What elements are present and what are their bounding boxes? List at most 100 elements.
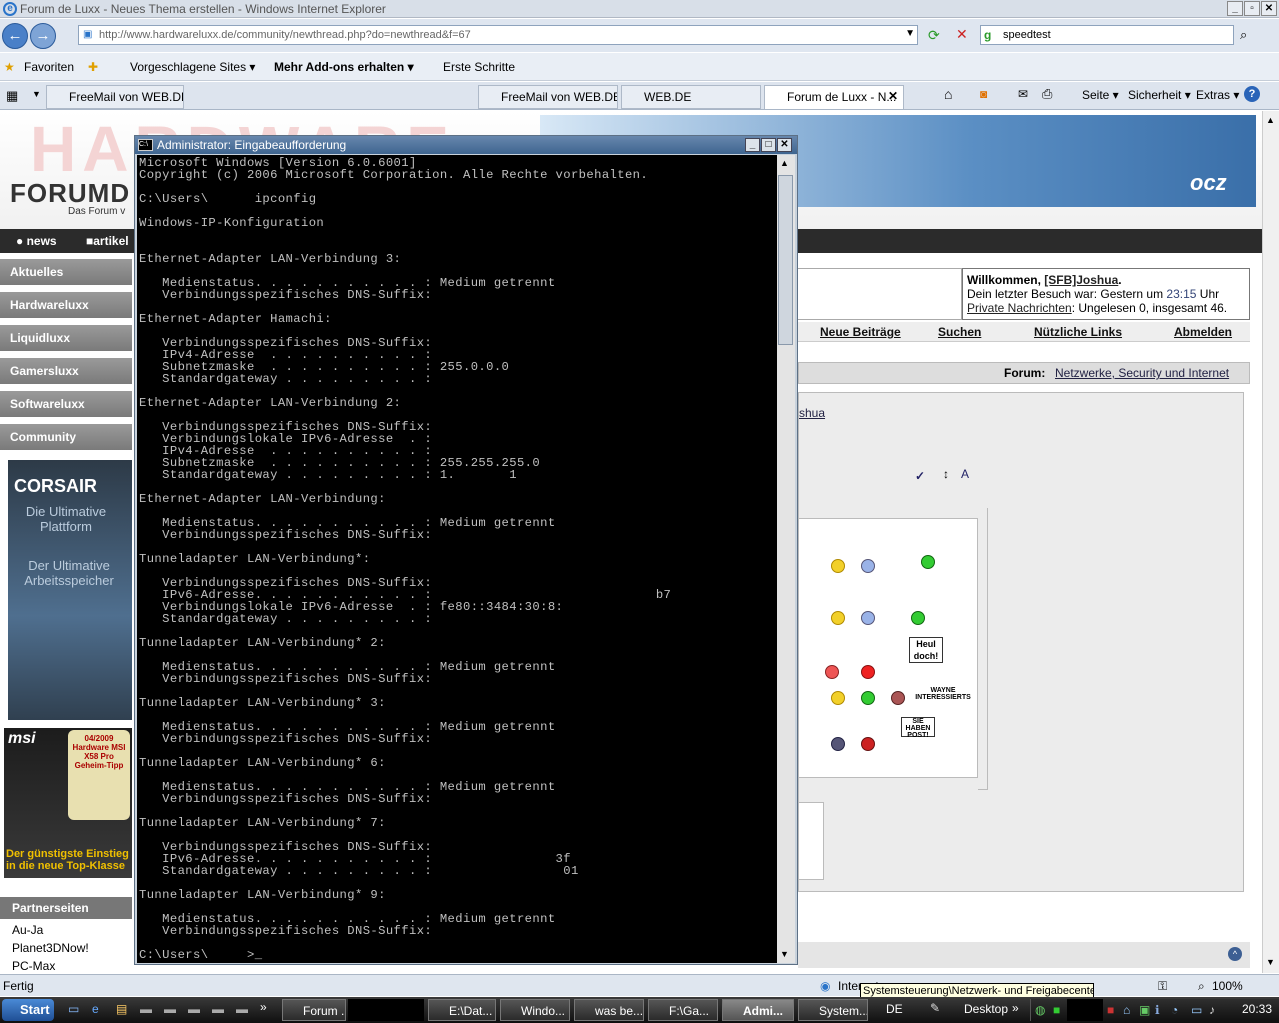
back-icon[interactable]: ←	[2, 23, 28, 49]
forward-icon[interactable]: →	[30, 23, 56, 49]
explorer-quicklaunch-icon[interactable]: ▤	[116, 1002, 127, 1016]
cmd-scroll-up[interactable]: ▲	[780, 158, 789, 168]
partner-header[interactable]: Partnerseiten	[0, 897, 132, 919]
link-logout[interactable]: Abmelden	[1174, 325, 1232, 339]
fav-link-addons[interactable]: Mehr Add-ons erhalten ▾	[274, 60, 414, 74]
username-link[interactable]: [SFB]Joshua	[1044, 273, 1118, 287]
sidebar-item-gamersluxx[interactable]: Gamersluxx	[0, 358, 132, 384]
maximize-button[interactable]: ▫	[1244, 1, 1260, 16]
ie-quicklaunch-icon[interactable]: e	[92, 1002, 99, 1016]
cmd-minimize-button[interactable]: _	[745, 138, 760, 152]
fav-link-suggested[interactable]: Vorgeschlagene Sites ▾	[130, 60, 255, 74]
msi-ad[interactable]: msi 04/2009 Hardware MSI X58 Pro Geheim-…	[4, 728, 132, 878]
nav-news[interactable]: ● news	[16, 234, 57, 248]
tab-close-icon[interactable]: ✕	[888, 89, 898, 103]
minimize-button[interactable]: _	[1227, 1, 1243, 16]
wink-icon[interactable]	[831, 611, 845, 625]
private-messages-link[interactable]: Private Nachrichten	[967, 301, 1072, 315]
menu-page[interactable]: Seite ▾	[1082, 88, 1119, 102]
search-go-icon[interactable]: ⌕	[1240, 27, 1247, 43]
cmd-scrollbar[interactable]: ▲ ▼	[777, 155, 795, 963]
desktop-toolbar[interactable]: Desktop	[964, 1002, 1008, 1016]
menu-security[interactable]: Sicherheit ▾	[1128, 88, 1191, 102]
cmd-title-bar[interactable]: C:\ Administrator: Eingabeaufforderung _…	[135, 136, 797, 154]
post-sign[interactable]: SIE HABEN POST!	[901, 717, 935, 739]
sidebar-item-aktuelles[interactable]: Aktuelles	[0, 259, 132, 285]
start-button[interactable]: Start	[2, 999, 54, 1021]
tab-list-icon[interactable]: ▼	[32, 89, 41, 99]
address-dropdown-icon[interactable]: ▼	[905, 28, 915, 39]
tab-forum-de-luxx[interactable]: Forum de Luxx - N...	[764, 85, 904, 109]
xmas-icon[interactable]	[921, 555, 935, 569]
tray-volume-icon[interactable]: ♪	[1209, 1003, 1215, 1017]
stop-icon[interactable]: ✕	[956, 26, 968, 43]
tray-disk-icon[interactable]: ◔	[1171, 1003, 1178, 1017]
add-favorite-icon[interactable]: ✚	[88, 60, 98, 74]
drive-icon-4[interactable]: ▬	[212, 1002, 224, 1016]
feeds-icon[interactable]: ◙	[980, 87, 987, 101]
close-button[interactable]: ✕	[1261, 1, 1277, 16]
protected-mode-icon[interactable]: ⚿	[1158, 979, 1167, 994]
forum-name-link[interactable]: Netzwerke, Security und Internet	[1055, 366, 1229, 380]
link-search[interactable]: Suchen	[938, 325, 981, 339]
quicklaunch-more-icon[interactable]: »	[260, 1000, 267, 1014]
task-e-drive[interactable]: E:\Dat...	[428, 999, 496, 1021]
cmd-window[interactable]: C:\ Administrator: Eingabeaufforderung _…	[134, 135, 798, 965]
nav-artikel[interactable]: ■artikel	[86, 234, 129, 248]
cmd-scroll-thumb[interactable]	[778, 175, 793, 345]
user-link-fragment[interactable]: shua	[799, 406, 825, 420]
tray-network-icon[interactable]: ⌂	[1123, 1003, 1130, 1017]
angry-icon[interactable]	[825, 665, 839, 679]
task-windows[interactable]: Windo...	[500, 999, 570, 1021]
corsair-ad[interactable]: CORSAIR Die Ultimative Plattform Der Ult…	[8, 460, 132, 720]
zoom-icon[interactable]: ⌕	[1198, 979, 1205, 994]
fav-link-getting-started[interactable]: Erste Schritte	[443, 60, 515, 74]
sidebar-item-liquidluxx[interactable]: Liquidluxx	[0, 325, 132, 351]
link-useful-links[interactable]: Nützliche Links	[1034, 325, 1122, 339]
toolbar-more-icon[interactable]: »	[1012, 1001, 1019, 1015]
language-indicator[interactable]: DE	[886, 1002, 903, 1016]
home-icon[interactable]: ⌂	[944, 86, 952, 102]
tab-freemail-1[interactable]: FreeMail von WEB.DE	[46, 85, 184, 109]
tray-monitor-icon[interactable]: ▭	[1191, 1003, 1202, 1017]
hat-icon[interactable]	[891, 691, 905, 705]
tab-webde[interactable]: WEB.DE	[621, 85, 761, 109]
print-icon[interactable]: ⎙	[1042, 86, 1052, 102]
sad-icon[interactable]	[861, 559, 875, 573]
forum-logo[interactable]: FORUMD	[10, 178, 130, 209]
task-f-drive[interactable]: F:\Ga...	[648, 999, 718, 1021]
devil-icon[interactable]	[861, 737, 875, 751]
partner-link-auja[interactable]: Au-Ja	[12, 923, 43, 937]
scroll-up-arrow[interactable]: ▲	[1266, 115, 1275, 125]
tray-app-icon[interactable]: ◍	[1035, 1003, 1045, 1017]
task-system[interactable]: System...	[798, 999, 868, 1021]
cmd-close-button[interactable]: ✕	[777, 138, 792, 152]
font-size-icon[interactable]: A	[961, 467, 969, 481]
sidebar-item-softwareluxx[interactable]: Softwareluxx	[0, 391, 132, 417]
task-forum[interactable]: Forum ...	[282, 999, 346, 1021]
task-admin-cmd[interactable]: Admi...	[722, 999, 794, 1021]
green-icon[interactable]	[861, 691, 875, 705]
tray-red-icon[interactable]: ■	[1107, 1003, 1114, 1017]
sidebar-item-community[interactable]: Community	[0, 424, 132, 450]
search-field[interactable]: g speedtest	[980, 25, 1234, 45]
menu-extras[interactable]: Extras ▾	[1196, 88, 1239, 102]
partner-link-planet3dnow[interactable]: Planet3DNow!	[12, 941, 89, 955]
pen-icon[interactable]: ✎	[930, 1001, 940, 1015]
zoom-level[interactable]: 100%	[1212, 979, 1243, 993]
refresh-icon[interactable]: ⟳	[928, 27, 940, 44]
favorites-button[interactable]: Favoriten	[24, 60, 74, 74]
resize-icon[interactable]: ↕	[943, 467, 949, 481]
mail-icon[interactable]: ✉	[1018, 87, 1028, 101]
smile-icon[interactable]	[831, 559, 845, 573]
page-scrollbar[interactable]: ▲ ▼	[1262, 111, 1279, 973]
star-icon[interactable]: ★	[4, 60, 15, 74]
tray-green2-icon[interactable]: ▣	[1139, 1003, 1150, 1017]
drive-icon-3[interactable]: ▬	[188, 1002, 200, 1016]
neutral-icon[interactable]	[861, 611, 875, 625]
link-new-posts[interactable]: Neue Beiträge	[820, 325, 901, 339]
wayne-sign[interactable]: WAYNE INTERESSIERTS	[911, 687, 975, 701]
heul-doch-sign[interactable]: Heul doch!	[909, 637, 943, 663]
tray-info-icon[interactable]: ℹ	[1155, 1003, 1160, 1017]
cool-icon[interactable]	[831, 691, 845, 705]
